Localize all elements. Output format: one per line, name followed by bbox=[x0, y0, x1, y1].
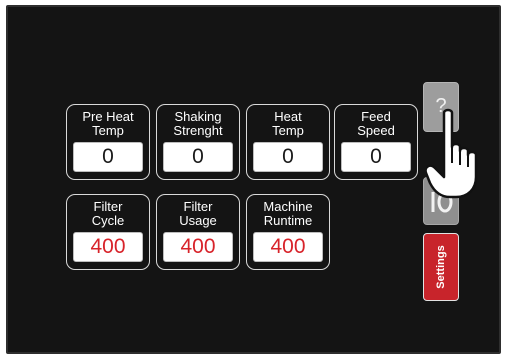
pre-heat-temp-value[interactable]: 0 bbox=[73, 142, 143, 172]
tile-label: Machine Runtime bbox=[263, 199, 313, 228]
tile-filter-cycle[interactable]: Filter Cycle 400 bbox=[66, 194, 150, 270]
filter-cycle-value: 400 bbox=[73, 232, 143, 262]
filter-usage-value: 400 bbox=[163, 232, 233, 262]
tile-filter-usage[interactable]: Filter Usage 400 bbox=[156, 194, 240, 270]
heat-temp-value[interactable]: 0 bbox=[253, 142, 323, 172]
tile-shaking-strength[interactable]: Shaking Strenght 0 bbox=[156, 104, 240, 180]
settings-button[interactable]: Settings bbox=[423, 233, 459, 301]
tile-label: Filter Cycle bbox=[91, 199, 125, 228]
tile-label: Heat Temp bbox=[272, 109, 304, 138]
tile-pre-heat-temp[interactable]: Pre Heat Temp 0 bbox=[66, 104, 150, 180]
control-panel-screen: Pre Heat Temp 0 Shaking Strenght 0 Heat … bbox=[6, 5, 501, 354]
tile-heat-temp[interactable]: Heat Temp 0 bbox=[246, 104, 330, 180]
tile-label: Pre Heat Temp bbox=[82, 109, 134, 138]
hand-pointer-icon bbox=[426, 108, 478, 199]
shaking-strength-value[interactable]: 0 bbox=[163, 142, 233, 172]
tile-label: Filter Usage bbox=[179, 199, 217, 228]
machine-runtime-value: 400 bbox=[253, 232, 323, 262]
feed-speed-value[interactable]: 0 bbox=[341, 142, 411, 172]
tile-label: Feed Speed bbox=[357, 109, 395, 138]
tile-label: Shaking Strenght bbox=[173, 109, 223, 138]
tile-machine-runtime[interactable]: Machine Runtime 400 bbox=[246, 194, 330, 270]
tile-feed-speed[interactable]: Feed Speed 0 bbox=[334, 104, 418, 180]
settings-label: Settings bbox=[435, 245, 447, 289]
